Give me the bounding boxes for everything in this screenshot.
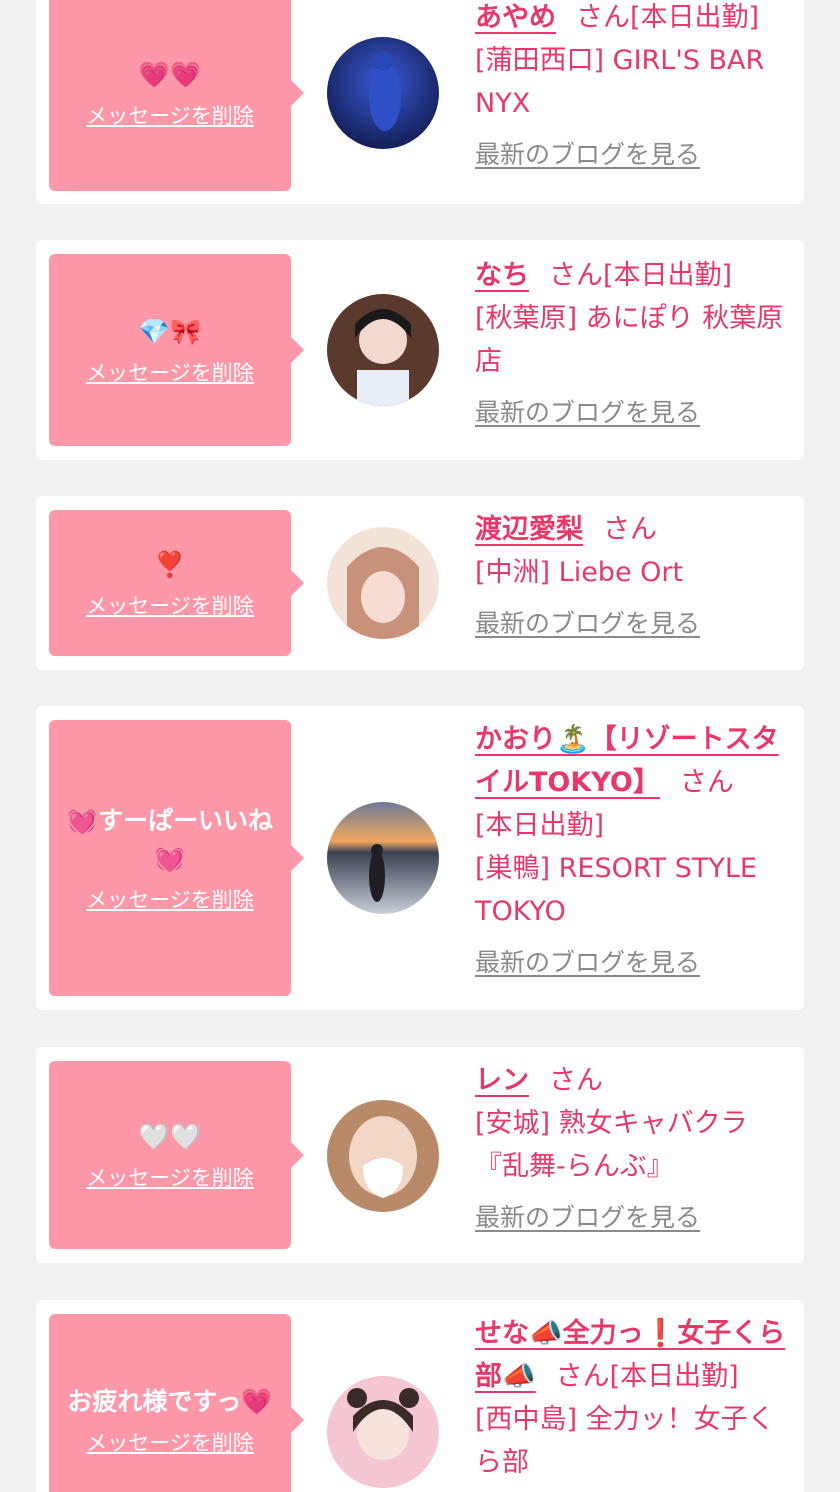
cast-name-link[interactable]: なち bbox=[475, 260, 529, 291]
message-text: 💗💗 bbox=[138, 60, 202, 89]
delete-message-link[interactable]: メッセージを削除 bbox=[86, 590, 254, 620]
cast-name-row: せな📣全力っ❗️女子くら部📣 さん[本日出勤] bbox=[475, 1312, 791, 1398]
latest-blog-link[interactable]: 最新のブログを見る bbox=[475, 941, 700, 984]
cast-card: 💓すーぱーいいね💓 メッセージを削除 かおり🏝️【リゾートスタイルTOKYO】さ… bbox=[36, 706, 804, 1010]
cast-card: 🤍🤍 メッセージを削除 レン さん [安城] 熟女キャバクラ『乱舞-らんぶ』 最新… bbox=[36, 1047, 804, 1263]
latest-blog-link[interactable]: 最新のブログを見る bbox=[475, 1196, 700, 1239]
honorific: さん bbox=[555, 1361, 610, 1392]
message-text: お疲れ様ですっ💗 bbox=[67, 1387, 273, 1416]
delete-message-link[interactable]: メッセージを削除 bbox=[86, 100, 254, 130]
avatar-photo-icon bbox=[327, 527, 439, 639]
cast-info: レン さん [安城] 熟女キャバクラ『乱舞-らんぶ』 最新のブログを見る bbox=[475, 1059, 791, 1239]
cast-info: 渡辺愛梨 さん [中洲] Liebe Ort 最新のブログを見る bbox=[475, 508, 791, 645]
avatar-photo-icon bbox=[327, 1100, 439, 1212]
cast-info: なち さん[本日出勤] [秋葉原] あにぽり 秋葉原店 最新のブログを見る bbox=[475, 254, 791, 434]
cast-avatar[interactable] bbox=[327, 802, 439, 914]
cast-name-link[interactable]: あやめ bbox=[475, 2, 556, 33]
shop-name: [西中島] 全力ッ！女子くら部 bbox=[475, 1404, 775, 1478]
avatar-photo-icon bbox=[327, 294, 439, 406]
cast-info: かおり🏝️【リゾートスタイルTOKYO】 さん [本日出勤] [巣鴨] RESOR… bbox=[475, 718, 791, 984]
shop-name: [中洲] Liebe Ort bbox=[475, 557, 684, 588]
shop-name: [蒲田西口] GIRL'S BAR NYX bbox=[475, 45, 765, 119]
avatar-photo-icon bbox=[327, 802, 439, 914]
latest-blog-link[interactable]: 最新のブログを見る bbox=[475, 391, 700, 434]
work-status: [本日出勤] bbox=[475, 810, 605, 841]
message-bubble: 🤍🤍 メッセージを削除 bbox=[49, 1061, 304, 1249]
message-text: 🤍🤍 bbox=[138, 1122, 202, 1151]
cast-avatar[interactable] bbox=[327, 527, 439, 639]
delete-message-link[interactable]: メッセージを削除 bbox=[86, 884, 254, 914]
work-status: [本日出勤] bbox=[603, 260, 733, 291]
latest-blog-link[interactable]: 最新のブログを見る bbox=[475, 602, 700, 645]
message-bubble: 💗💗 メッセージを削除 bbox=[49, 0, 304, 191]
cast-avatar[interactable] bbox=[327, 37, 439, 149]
shop-name: [安城] 熟女キャバクラ『乱舞-らんぶ』 bbox=[475, 1108, 748, 1182]
delete-message-link[interactable]: メッセージを削除 bbox=[86, 357, 254, 387]
shop-name: [巣鴨] RESORT STYLE TOKYO bbox=[475, 853, 757, 927]
honorific: さん bbox=[603, 514, 657, 545]
cast-name-row: なち さん[本日出勤] bbox=[475, 254, 791, 297]
avatar-photo-icon bbox=[327, 1376, 439, 1488]
message-text: ❣️ bbox=[154, 550, 186, 579]
honorific: さん bbox=[549, 1065, 603, 1096]
honorific: さん bbox=[549, 260, 603, 291]
work-status: [本日出勤] bbox=[609, 1361, 739, 1392]
cast-card: ❣️ メッセージを削除 渡辺愛梨 さん [中洲] Liebe Ort 最新のブログ… bbox=[36, 496, 804, 670]
shop-name: [秋葉原] あにぽり 秋葉原店 bbox=[475, 303, 784, 377]
delete-message-link[interactable]: メッセージを削除 bbox=[86, 1427, 254, 1457]
delete-message-link[interactable]: メッセージを削除 bbox=[86, 1162, 254, 1192]
cast-avatar[interactable] bbox=[327, 1100, 439, 1212]
honorific: さん bbox=[679, 767, 734, 798]
message-text: 💓すーぱーいいね💓 bbox=[66, 806, 274, 873]
cast-avatar[interactable] bbox=[327, 1376, 439, 1488]
cast-info: せな📣全力っ❗️女子くら部📣 さん[本日出勤] [西中島] 全力ッ！女子くら部 bbox=[475, 1312, 791, 1492]
cast-card: お疲れ様ですっ💗 メッセージを削除 せな📣全力っ❗️女子くら部📣 さん[本日出勤]… bbox=[36, 1300, 804, 1492]
cast-card: 💗💗 メッセージを削除 あやめ さん[本日出勤] [蒲田西口] GIRL'S BA… bbox=[36, 0, 804, 204]
cast-name-row: 渡辺愛梨 さん bbox=[475, 508, 791, 551]
avatar-photo-icon bbox=[327, 37, 439, 149]
message-bubble: 💓すーぱーいいね💓 メッセージを削除 bbox=[49, 720, 304, 996]
cast-name-row: レン さん bbox=[475, 1059, 791, 1102]
cast-name-row: あやめ さん[本日出勤] bbox=[475, 0, 791, 39]
work-status: [本日出勤] bbox=[630, 2, 760, 33]
favorite-cast-list: 💗💗 メッセージを削除 あやめ さん[本日出勤] [蒲田西口] GIRL'S BA… bbox=[0, 0, 840, 1492]
message-bubble: お疲れ様ですっ💗 メッセージを削除 bbox=[49, 1314, 304, 1492]
message-bubble: 💎🎀 メッセージを削除 bbox=[49, 254, 304, 446]
cast-info: あやめ さん[本日出勤] [蒲田西口] GIRL'S BAR NYX 最新のブログ… bbox=[475, 0, 791, 176]
latest-blog-link[interactable]: 最新のブログを見る bbox=[475, 133, 700, 176]
honorific: さん bbox=[576, 2, 630, 33]
message-bubble: ❣️ メッセージを削除 bbox=[49, 510, 304, 656]
cast-name-link[interactable]: レン bbox=[475, 1065, 529, 1096]
cast-avatar[interactable] bbox=[327, 294, 439, 406]
cast-card: 💎🎀 メッセージを削除 なち さん[本日出勤] [秋葉原] あにぽり 秋葉原店 最… bbox=[36, 240, 804, 460]
cast-name-row: かおり🏝️【リゾートスタイルTOKYO】 さん bbox=[475, 718, 791, 804]
message-text: 💎🎀 bbox=[138, 317, 202, 346]
cast-name-link[interactable]: 渡辺愛梨 bbox=[475, 514, 583, 545]
